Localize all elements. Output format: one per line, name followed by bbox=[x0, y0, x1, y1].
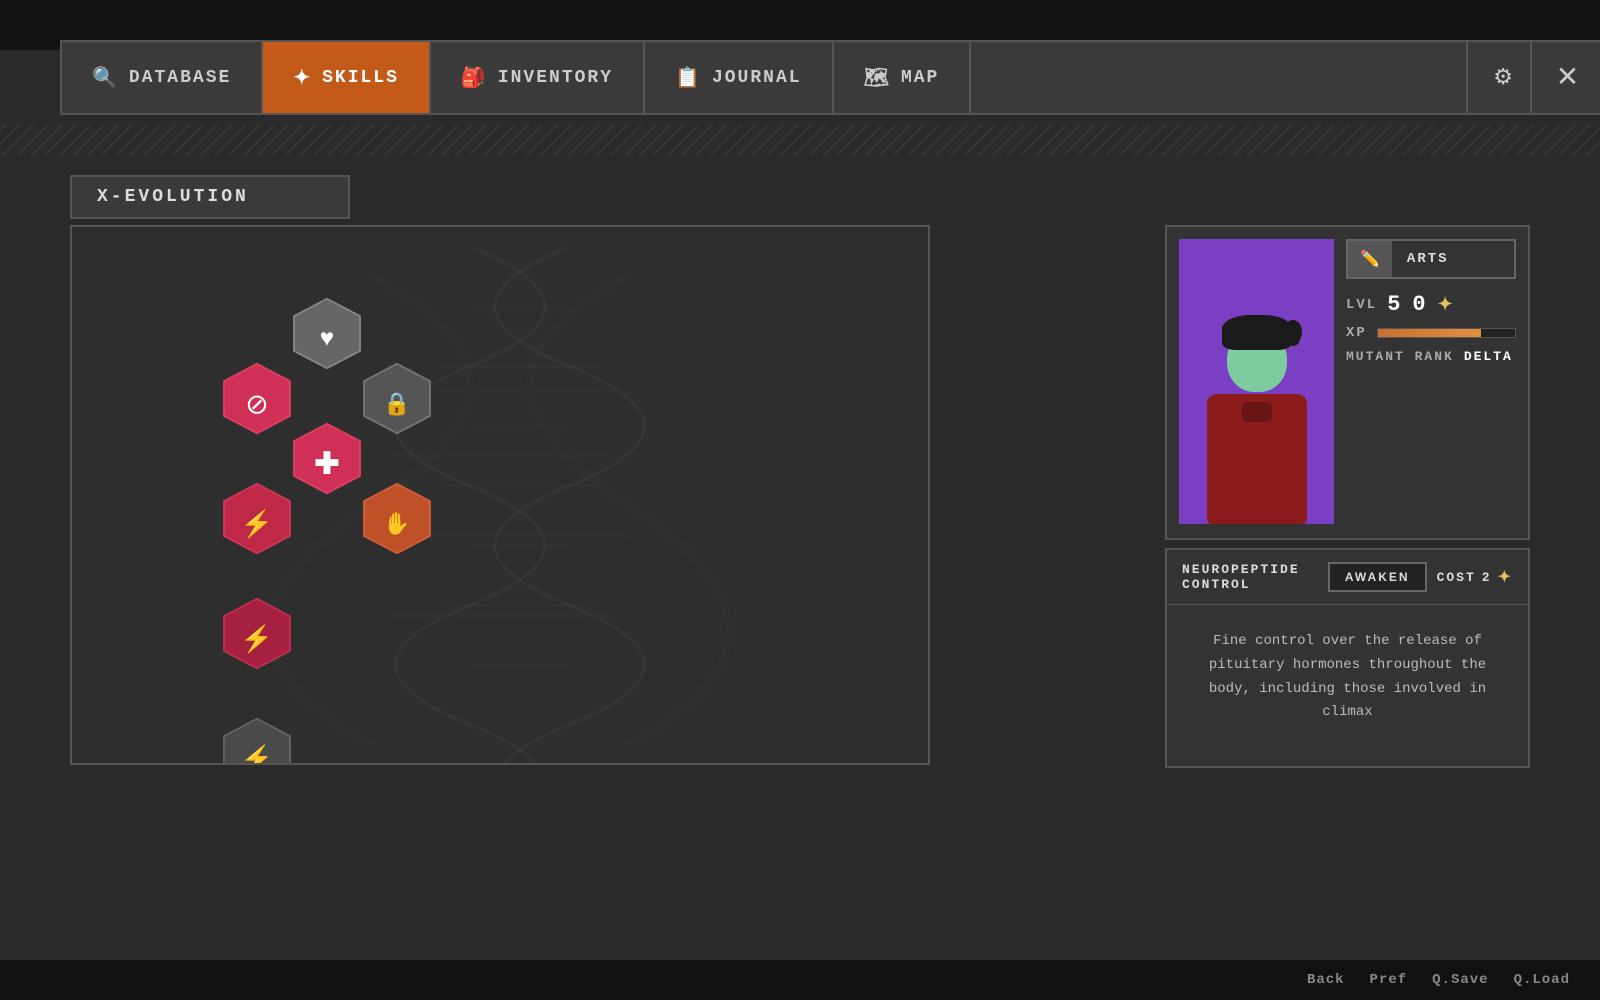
hex-hand[interactable]: ✋ bbox=[357, 482, 437, 567]
character-panel: ✏️ ARTS LVL 5 0 ✦ XP MUTANT RANK DELTA bbox=[1165, 225, 1530, 540]
arts-pencil-icon: ✏️ bbox=[1348, 241, 1392, 277]
rank-row: MUTANT RANK DELTA bbox=[1346, 349, 1516, 364]
skills-icon: ✦ bbox=[293, 65, 312, 91]
hex-bolt3[interactable]: ⚡ bbox=[217, 717, 297, 765]
cost-box: COST 2 ✦ bbox=[1437, 567, 1513, 587]
star-icon: ✦ bbox=[1438, 294, 1455, 316]
journal-icon: 📋 bbox=[675, 65, 702, 91]
nav-container: 🔍 DATABASE ✦ SKILLS 🎒 INVENTORY 📋 JOURNA… bbox=[60, 40, 1540, 115]
inventory-icon: 🎒 bbox=[461, 65, 488, 91]
skill-description: Fine control over the release of pituita… bbox=[1167, 605, 1528, 750]
skill-panel: ♥ ⊘ 🔒 ✚ ⚡ bbox=[70, 225, 930, 765]
awaken-button[interactable]: AWAKEN bbox=[1328, 562, 1427, 592]
nav-skills[interactable]: ✦ SKILLS bbox=[263, 42, 431, 113]
skill-info-panel: NEUROPEPTIDE CONTROL AWAKEN COST 2 ✦ Fin… bbox=[1165, 548, 1530, 768]
nav-settings-button[interactable]: ⚙ bbox=[1466, 42, 1538, 113]
qsave-button[interactable]: Q.Save bbox=[1432, 972, 1488, 988]
nav-journal-label: JOURNAL bbox=[712, 68, 802, 88]
hex-bolt1[interactable]: ⚡ bbox=[217, 482, 297, 567]
back-button[interactable]: Back bbox=[1307, 972, 1345, 988]
hex-plus[interactable]: ✚ bbox=[287, 422, 367, 507]
close-icon: ✕ bbox=[1556, 60, 1579, 95]
xp-bar bbox=[1377, 328, 1516, 338]
char-body bbox=[1207, 394, 1307, 524]
database-icon: 🔍 bbox=[92, 65, 119, 91]
lvl-row: LVL 5 0 ✦ bbox=[1346, 292, 1516, 317]
char-head bbox=[1227, 327, 1287, 392]
cost-star-icon: ✦ bbox=[1498, 567, 1513, 587]
nav-inventory[interactable]: 🎒 INVENTORY bbox=[431, 42, 645, 113]
settings-icon: ⚙ bbox=[1493, 65, 1513, 91]
nav-skills-label: SKILLS bbox=[322, 68, 399, 88]
section-title: X-EVOLUTION bbox=[70, 175, 350, 219]
arts-button[interactable]: ✏️ ARTS bbox=[1346, 239, 1516, 279]
nav-journal[interactable]: 📋 JOURNAL bbox=[645, 42, 834, 113]
hex-bolt2[interactable]: ⚡ bbox=[217, 597, 297, 682]
nav-database[interactable]: 🔍 DATABASE bbox=[62, 42, 263, 113]
stripe-divider bbox=[0, 125, 1600, 155]
skill-header: NEUROPEPTIDE CONTROL AWAKEN COST 2 ✦ bbox=[1167, 550, 1528, 605]
hex-lock[interactable]: 🔒 bbox=[357, 362, 437, 447]
nav-inventory-label: INVENTORY bbox=[498, 68, 613, 88]
xp-fill bbox=[1378, 329, 1481, 337]
nav-map-label: MAP bbox=[901, 68, 939, 88]
character-portrait bbox=[1179, 239, 1334, 524]
hex-cancel[interactable]: ⊘ bbox=[217, 362, 297, 447]
xp-bar-row: XP bbox=[1346, 325, 1516, 341]
nav-database-label: DATABASE bbox=[129, 68, 231, 88]
character-stats: ✏️ ARTS LVL 5 0 ✦ XP MUTANT RANK DELTA bbox=[1346, 239, 1516, 526]
qload-button[interactable]: Q.Load bbox=[1514, 972, 1570, 988]
pref-button[interactable]: Pref bbox=[1370, 972, 1408, 988]
dna-background bbox=[72, 227, 928, 764]
hex-heart[interactable]: ♥ bbox=[287, 297, 367, 382]
nav-map[interactable]: 🗺 MAP bbox=[834, 42, 972, 113]
nav-close-button[interactable]: ✕ bbox=[1530, 40, 1600, 115]
bottom-bar: Back Pref Q.Save Q.Load bbox=[0, 960, 1600, 1000]
char-hair bbox=[1222, 315, 1292, 350]
map-icon: 🗺 bbox=[864, 65, 891, 91]
